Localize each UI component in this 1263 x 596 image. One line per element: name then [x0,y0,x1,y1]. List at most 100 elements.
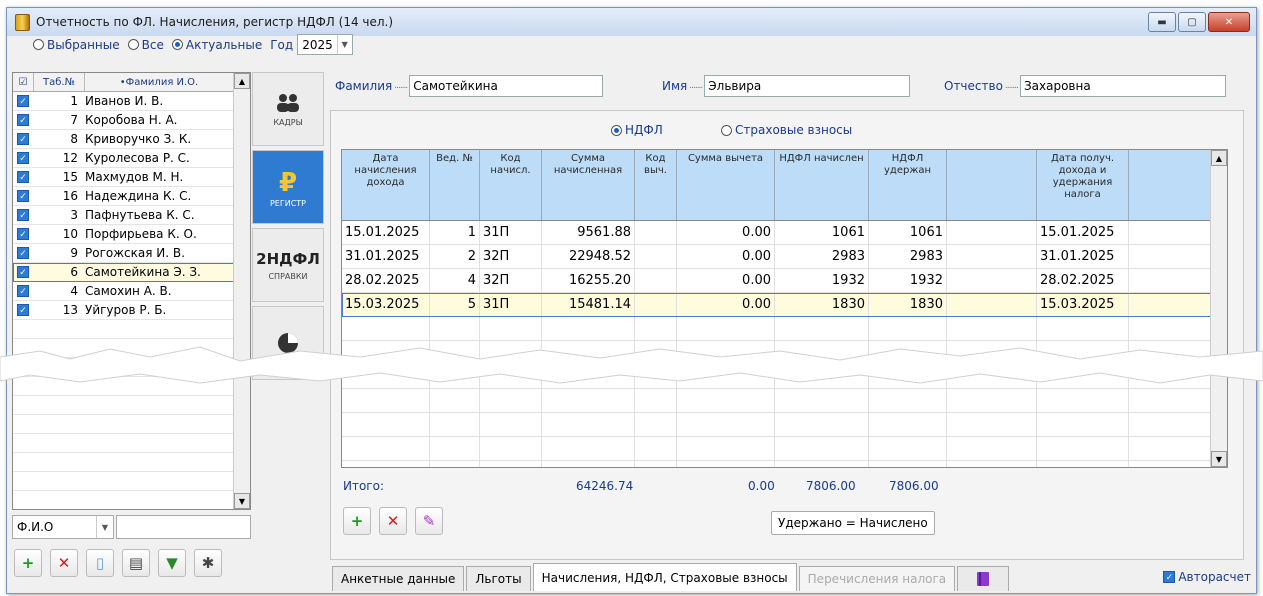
row-checkbox[interactable]: ✓ [13,285,33,297]
tab-personal-data[interactable]: Анкетные данные [332,566,465,591]
accrual-row[interactable]: 15.01.2025 1 31П 9561.88 0.00 1061 1061 15.01.2… [342,221,1227,245]
column-header[interactable]: Дата получ. дохода и удержания налога [1037,150,1129,220]
column-header[interactable]: НДФЛ удержан [869,150,947,220]
grid-cell[interactable]: 15.01.2025 [1037,221,1129,244]
row-checkbox[interactable]: ✓ [13,266,33,278]
row-checkbox[interactable]: ✓ [13,95,33,107]
column-header[interactable]: Код начисл. [480,150,542,220]
accrual-row[interactable]: 15.03.2025 5 31П 15481.14 0.00 1830 1830 15.03.… [342,293,1227,317]
grid-cell[interactable] [1129,221,1219,244]
grid-cell[interactable] [947,293,1037,316]
grid-cell[interactable]: 22948.52 [542,245,635,268]
surname-field[interactable]: Самотейкина [409,75,604,97]
row-checkbox[interactable]: ✓ [13,228,33,240]
column-header[interactable]: Дата начисления дохода [342,150,430,220]
employee-row[interactable]: ✓ 3 Пафнутьева К. С. [13,206,250,225]
edit-icon[interactable]: ✎ [415,507,443,535]
radio-all[interactable]: Все [127,38,164,52]
grid-cell[interactable]: 15.03.2025 [1037,293,1129,316]
grid-cell[interactable]: 16255.20 [542,269,635,292]
scroll-down-icon[interactable]: ▼ [234,493,250,509]
nav-certificates[interactable]: 2НДФЛ СПРАВКИ [252,228,324,302]
grid-cell[interactable]: 1932 [775,269,869,292]
employee-row[interactable]: ✓ 10 Порфирьева К. О. [13,225,250,244]
grid-cell[interactable] [635,269,677,292]
grid-cell[interactable]: 1061 [775,221,869,244]
grid-cell[interactable]: 31П [480,221,542,244]
delete-icon[interactable]: ✕ [379,507,407,535]
book-icon[interactable] [957,566,1010,591]
gear-icon[interactable]: ✱ [194,549,222,577]
row-checkbox[interactable]: ✓ [13,304,33,316]
employee-row[interactable]: ✓ 1 Иванов И. В. [13,92,250,111]
scroll-down-icon[interactable]: ▼ [1211,451,1227,467]
accrual-row[interactable]: 28.02.2025 4 32П 16255.20 0.00 1932 1932 28.02.… [342,269,1227,293]
year-select[interactable]: 2025 ▼ [297,34,353,55]
filter-input[interactable] [116,515,251,539]
grid-cell[interactable]: 5 [430,293,480,316]
autocalc-checkbox[interactable]: ✓ Авторасчет [1163,570,1251,584]
close-button[interactable]: ✕ [1208,12,1250,32]
grid-cell[interactable]: 28.02.2025 [1037,269,1129,292]
add-icon[interactable]: + [343,507,371,535]
grid-cell[interactable]: 28.02.2025 [342,269,430,292]
row-checkbox[interactable]: ✓ [13,133,33,145]
nav-staff[interactable]: КАДРЫ [252,72,324,146]
grid-cell[interactable]: 2 [430,245,480,268]
grid-cell[interactable]: 32П [480,269,542,292]
employee-row[interactable]: ✓ 15 Махмудов М. Н. [13,168,250,187]
grid-cell[interactable]: 31.01.2025 [1037,245,1129,268]
employee-row[interactable]: ✓ 12 Куролесова Р. С. [13,149,250,168]
grid-cell[interactable] [635,245,677,268]
column-header[interactable]: Сумма начисленная [542,150,635,220]
patronymic-field[interactable]: Захаровна [1019,75,1226,97]
header-tab-no[interactable]: Таб.№ [34,73,85,91]
filter-icon[interactable]: ▼ [158,549,186,577]
scroll-up-icon[interactable]: ▲ [234,73,250,89]
accrual-row[interactable]: 31.01.2025 2 32П 22948.52 0.00 2983 2983 31.01.… [342,245,1227,269]
employee-row[interactable]: ✓ 9 Рогожская И. В. [13,244,250,263]
grid-cell[interactable]: 9561.88 [542,221,635,244]
employee-row[interactable]: ✓ 13 Уйгуров Р. Б. [13,301,250,320]
nav-register[interactable]: ₽ РЕГИСТР [252,150,324,224]
print-icon[interactable]: ▤ [122,549,150,577]
grid-cell[interactable]: 0.00 [677,293,775,316]
grid-cell[interactable] [947,245,1037,268]
column-header[interactable]: Вед. № [430,150,480,220]
grid-cell[interactable]: 2983 [869,245,947,268]
held-equals-accrued-button[interactable]: Удержано = Начислено [771,511,935,535]
employee-row[interactable]: ✓ 8 Криворучко З. К. [13,130,250,149]
grid-cell[interactable]: 1 [430,221,480,244]
filter-field-select[interactable]: Ф.И.О ▼ [12,515,114,539]
grid-cell[interactable]: 1932 [869,269,947,292]
radio-actual[interactable]: Актуальные [171,38,262,52]
column-header[interactable] [947,150,1037,220]
employee-row[interactable]: ✓ 16 Надеждина К. С. [13,187,250,206]
grid-cell[interactable]: 1830 [869,293,947,316]
grid-cell[interactable]: 1830 [775,293,869,316]
employee-scrollbar[interactable]: ▲ ▼ [233,73,250,509]
grid-cell[interactable] [947,221,1037,244]
grid-cell[interactable]: 1061 [869,221,947,244]
grid-cell[interactable]: 31.01.2025 [342,245,430,268]
tab-benefits[interactable]: Льготы [466,566,531,591]
grid-cell[interactable]: 0.00 [677,245,775,268]
maximize-button[interactable]: ▢ [1178,12,1206,32]
grid-cell[interactable]: 15.03.2025 [342,293,430,316]
grid-scrollbar[interactable]: ▲ ▼ [1210,150,1227,467]
name-field[interactable]: Эльвира [704,75,911,97]
column-header[interactable]: Код выч. [635,150,677,220]
grid-cell[interactable]: 0.00 [677,221,775,244]
minimize-button[interactable]: ▬ [1148,12,1176,32]
row-checkbox[interactable]: ✓ [13,209,33,221]
grid-cell[interactable]: 0.00 [677,269,775,292]
column-header[interactable]: Сумма вычета [677,150,775,220]
employee-row[interactable]: ✓ 4 Самохин А. В. [13,282,250,301]
radio-ndfl[interactable]: НДФЛ [611,123,663,137]
employee-row[interactable]: ✓ 7 Коробова Н. А. [13,111,250,130]
grid-cell[interactable] [1129,245,1219,268]
grid-cell[interactable] [635,293,677,316]
header-check[interactable]: ☑ [13,73,34,91]
grid-cell[interactable]: 32П [480,245,542,268]
employee-row[interactable]: ✓ 6 Самотейкина Э. З. [13,263,250,282]
